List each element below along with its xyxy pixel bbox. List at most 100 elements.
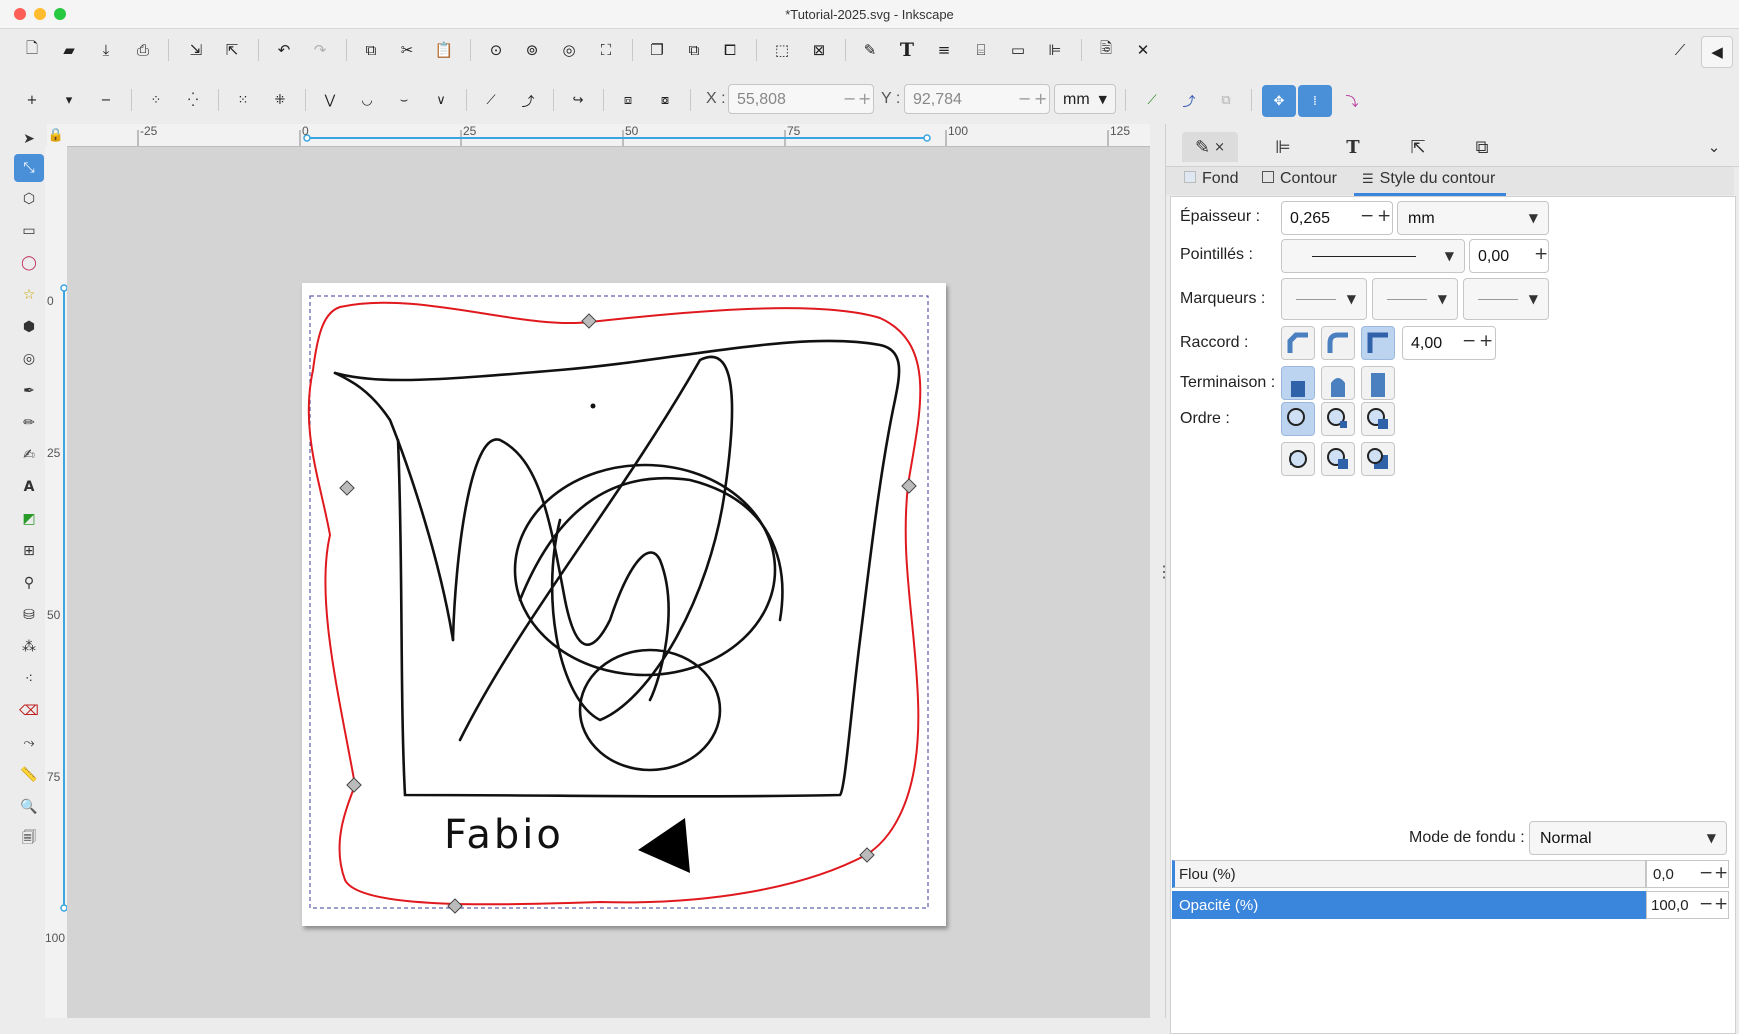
mid-marker-dropdown[interactable]: ▼ [1372,278,1458,320]
layers-icon[interactable]: ≡ [930,36,958,64]
dash-pattern-dropdown[interactable]: ▼ [1281,239,1465,273]
subtab-fill[interactable]: Fond [1184,170,1238,188]
unlink-clone-icon[interactable]: ⧠ [716,36,744,64]
round-cap-icon[interactable] [1321,366,1355,400]
opacity-increment-button[interactable]: + [1714,894,1728,914]
blur-decrement-button[interactable]: − [1699,863,1713,883]
butt-cap-icon[interactable] [1281,366,1315,400]
lpe-parameter-icon[interactable]: ↪ [564,86,592,114]
tab-objects-icon[interactable]: ⧉ [1462,132,1502,162]
order-markers-stroke-fill-icon[interactable] [1361,442,1395,476]
document-properties-icon[interactable]: 🗟 [1092,36,1120,64]
vertical-ruler[interactable]: 0 25 50 75 100 [45,146,68,1018]
break-path-icon[interactable]: ⁛ [179,86,207,114]
cut-icon[interactable]: ✂ [393,36,421,64]
miter-decrement-button[interactable]: − [1462,331,1476,351]
opacity-decrement-button[interactable]: − [1699,894,1713,914]
round-join-icon[interactable] [1321,326,1355,360]
snap-controls-expand-icon[interactable]: ◀ [1701,36,1733,68]
star-tool-icon[interactable]: ☆ [14,281,44,309]
dropper-tool-icon[interactable]: ⚲ [14,569,44,597]
dash-offset-increment-button[interactable]: + [1534,244,1548,264]
tab-export-icon[interactable]: ⇱ [1398,132,1438,162]
bevel-join-icon[interactable] [1281,326,1315,360]
text-tool-icon[interactable]: A [14,473,44,501]
y-decrement-button[interactable]: − [1018,89,1031,108]
show-handles-icon[interactable]: ⟋ [1138,86,1166,114]
blur-value-field[interactable]: 0,0 − + [1646,860,1729,888]
import-icon[interactable]: ⇲ [182,36,210,64]
tab-align-icon[interactable]: ⊫ [1263,132,1303,162]
pages-tool-icon[interactable]: 🗐 [14,825,44,853]
order-fill-stroke-markers-icon[interactable] [1281,402,1315,436]
square-cap-icon[interactable] [1361,366,1395,400]
copy-icon[interactable]: ⧉ [357,36,385,64]
spray-tool-icon[interactable]: ⁖ [14,665,44,693]
tweak-tool-icon[interactable]: ⁂ [14,633,44,661]
print-icon[interactable]: ⎙ [129,36,157,64]
pen-tool-icon[interactable]: ✒ [14,377,44,405]
width-decrement-button[interactable]: − [1360,206,1374,226]
export-icon[interactable]: ⇱ [218,36,246,64]
opacity-slider[interactable]: Opacité (%) [1172,891,1646,919]
insert-node-icon[interactable]: + [18,86,46,114]
smooth-node-icon[interactable]: ◡ [353,86,381,114]
align-distribute-icon[interactable]: ⊫ [1041,36,1069,64]
delete-segment-icon[interactable]: ⁜ [266,86,294,114]
miter-increment-button[interactable]: + [1479,331,1493,351]
spiral-tool-icon[interactable]: ◎ [14,345,44,373]
join-segment-icon[interactable]: ⁙ [229,86,257,114]
width-unit-dropdown[interactable]: mm ▼ [1397,201,1549,235]
unit-dropdown[interactable]: mm ▼ [1054,84,1116,114]
paint-bucket-tool-icon[interactable]: ⛁ [14,601,44,629]
dock-menu-chevron-icon[interactable]: ⌄ [1694,132,1734,162]
blur-increment-button[interactable]: + [1714,863,1728,883]
segment-curve-icon[interactable]: ⤴ [514,86,542,114]
rectangle-tool-icon[interactable]: ▭ [14,217,44,245]
calligraphy-tool-icon[interactable]: ✍ [14,441,44,469]
preferences-icon[interactable]: ✕ [1129,36,1157,64]
insert-node-menu-icon[interactable]: ▾ [55,86,83,114]
show-bounding-box-icon[interactable]: ⁞ [1298,85,1332,117]
zoom-page-icon[interactable]: ◎ [555,36,583,64]
next-path-effect-icon[interactable]: ⤵ [1338,86,1366,114]
connector-tool-icon[interactable]: ⤳ [14,729,44,757]
gradient-tool-icon[interactable]: ◩ [14,505,44,533]
3d-box-tool-icon[interactable]: ⬢ [14,313,44,341]
object-to-path-icon[interactable]: ⧈ [614,86,642,114]
mesh-tool-icon[interactable]: ⊞ [14,537,44,565]
new-document-icon[interactable]: 🗋 [18,36,46,64]
zoom-drawing-icon[interactable]: ⊚ [518,36,546,64]
order-stroke-fill-markers-icon[interactable] [1321,402,1355,436]
zoom-width-icon[interactable]: ⛶ [592,36,620,64]
x-decrement-button[interactable]: − [843,89,856,108]
order-fill-markers-stroke-icon[interactable] [1361,402,1395,436]
tab-fill-stroke[interactable]: ✎ × [1182,132,1238,162]
cusp-node-icon[interactable]: ⋁ [316,86,344,114]
end-marker-dropdown[interactable]: ▼ [1463,278,1549,320]
document-page[interactable] [302,283,946,926]
order-stroke-markers-fill-icon[interactable] [1321,442,1355,476]
x-increment-button[interactable]: + [858,89,871,108]
pencil-tool-icon[interactable]: ✏ [14,409,44,437]
subtab-stroke-paint[interactable]: Contour [1262,170,1337,188]
undo-icon[interactable]: ↶ [270,36,298,64]
clone-icon[interactable]: ⧉ [680,36,708,64]
eraser-tool-icon[interactable]: ⌫ [14,697,44,725]
ellipse-tool-icon[interactable]: ◯ [14,249,44,277]
zoom-tool-icon[interactable]: 🔍 [14,793,44,821]
group-icon[interactable]: ⬚ [768,36,796,64]
duplicate-icon[interactable]: ❐ [643,36,671,64]
measure-tool-icon[interactable]: 📏 [14,761,44,789]
delete-node-icon[interactable]: − [92,86,120,114]
y-increment-button[interactable]: + [1034,89,1047,108]
auto-smooth-node-icon[interactable]: ∨ [427,86,455,114]
opacity-value-field[interactable]: 100,0− + [1646,891,1729,919]
open-icon[interactable]: ▰ [55,36,83,64]
lock-guides-icon[interactable]: 🔒 [47,124,65,146]
fill-stroke-icon[interactable]: ✎ [856,36,884,64]
show-path-outline-icon[interactable]: ⤴ [1175,86,1203,114]
xml-editor-icon[interactable]: ⌸ [967,36,995,64]
order-markers-fill-stroke-icon[interactable] [1281,442,1315,476]
join-nodes-icon[interactable]: ⁘ [142,86,170,114]
